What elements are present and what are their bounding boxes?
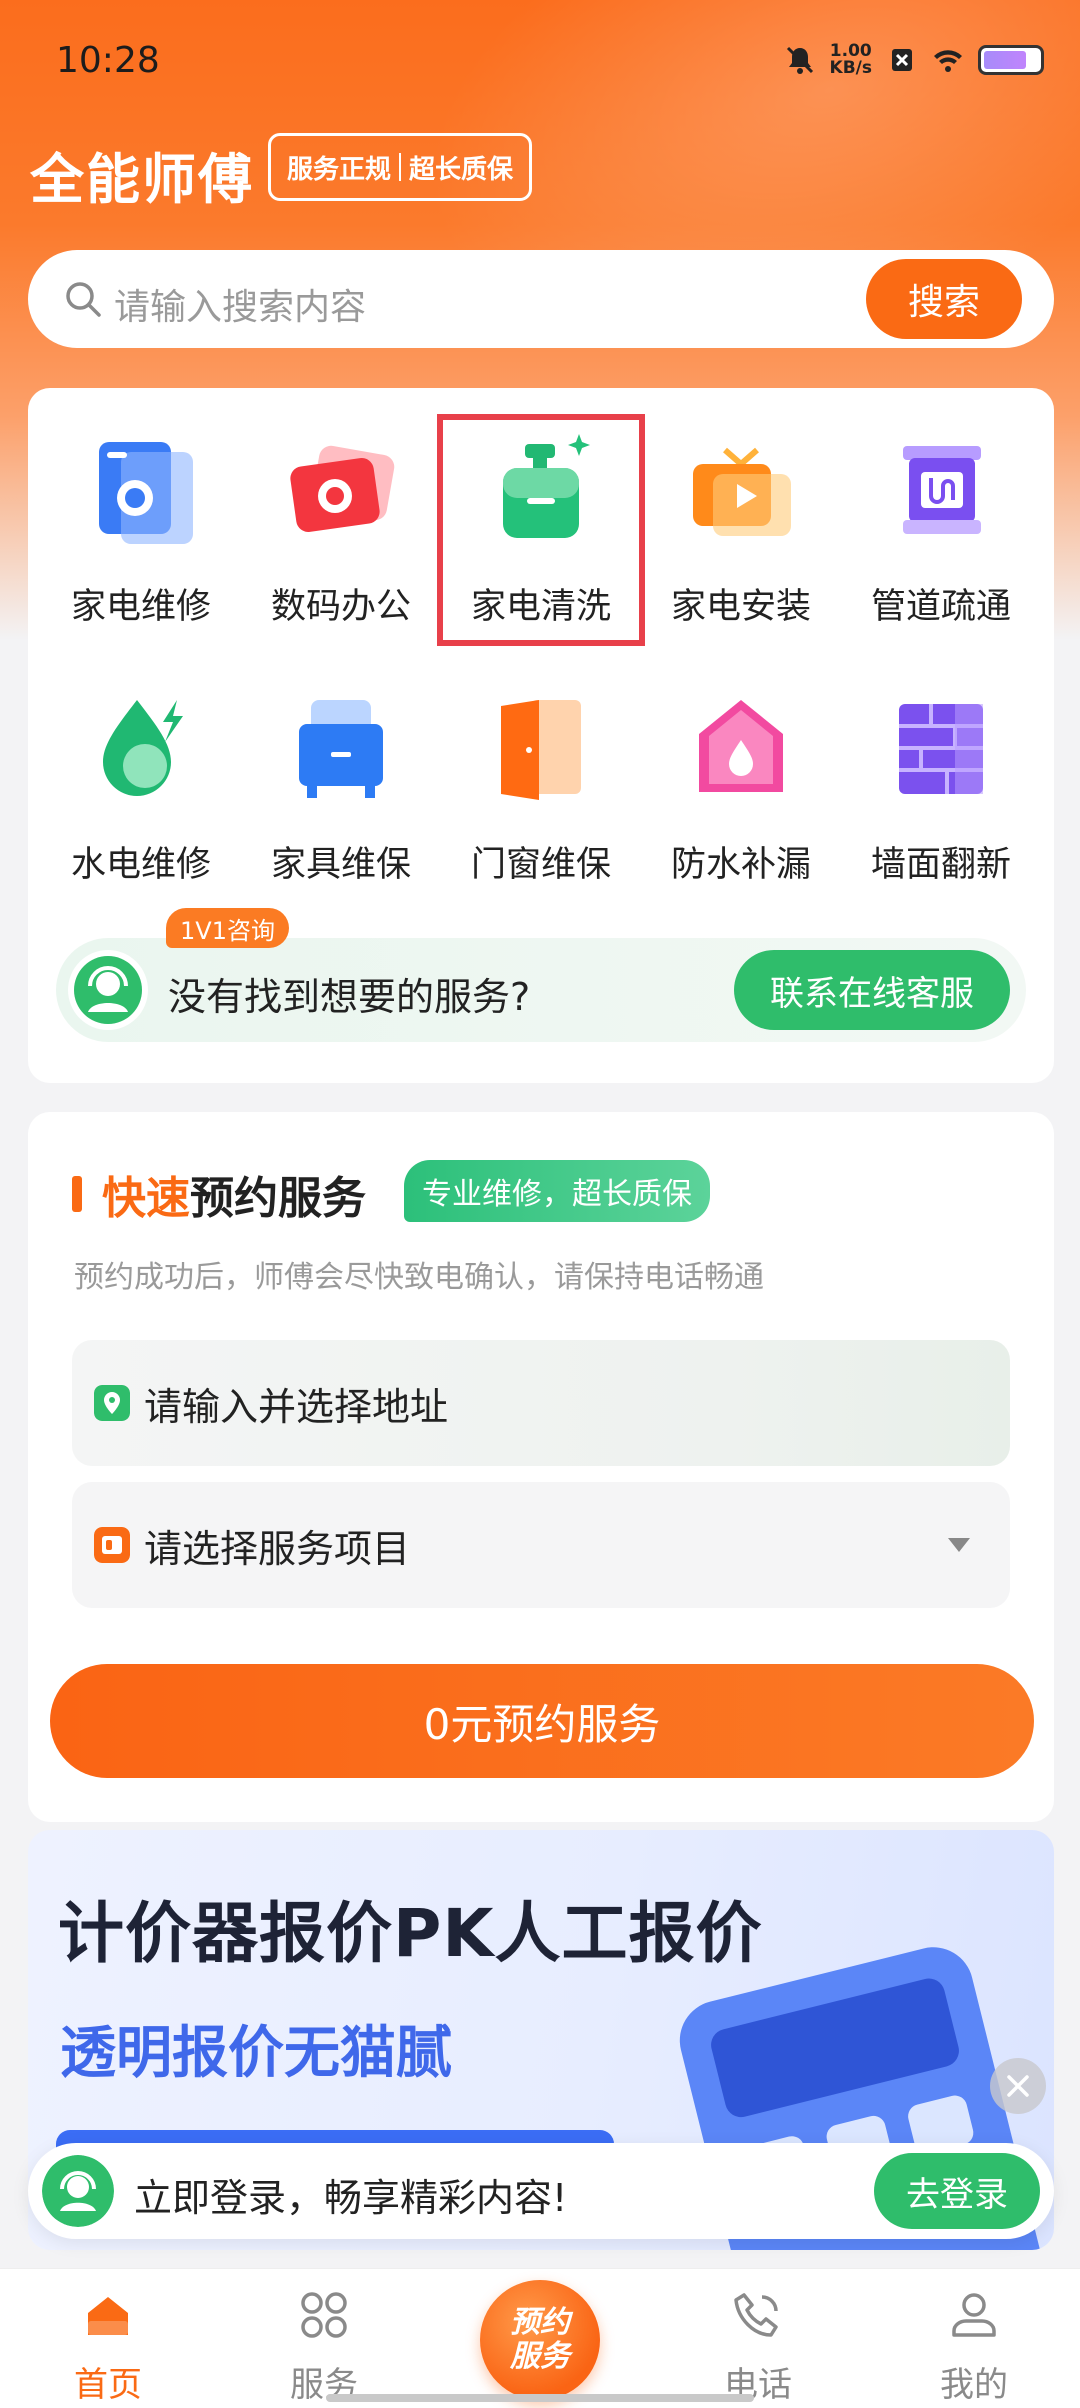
search-button[interactable]: 搜索: [866, 259, 1022, 339]
customer-service-icon: [68, 950, 148, 1030]
service-placeholder: 请选择服务项目: [144, 1526, 411, 1571]
status-time: 10:28: [56, 40, 160, 81]
door-icon: [501, 700, 581, 800]
badge-separator: [399, 153, 402, 181]
nav-book-service-button[interactable]: 预约 服务: [480, 2280, 600, 2400]
grid-icon: [301, 2292, 347, 2338]
title-badge: 服务正规 超长质保: [268, 133, 533, 201]
service-label: 墙面翻新: [870, 845, 1011, 885]
service-select[interactable]: 请选择服务项目: [72, 1482, 1010, 1608]
service-label: 防水补漏: [670, 845, 811, 885]
service-list-icon: [94, 1527, 130, 1563]
net-speed-unit: KB/s: [829, 58, 872, 78]
booking-card: 快速 预约服务 专业维修，超长质保 预约成功后，师傅会尽快致电确认，请保持电话畅…: [28, 1112, 1054, 1822]
service-item-plumbing-electrical[interactable]: 水电维修: [41, 676, 241, 900]
water-drop-lightning-icon: [103, 700, 183, 796]
wifi-icon: [934, 50, 962, 72]
service-label: 门窗维保: [470, 845, 611, 885]
booking-subtitle: 预约成功后，师傅会尽快致电确认，请保持电话畅通: [74, 1260, 764, 1295]
tv-play-icon: [693, 447, 791, 536]
search-icon: [66, 282, 101, 317]
nav-label: 首页: [74, 2365, 142, 2405]
nav-phone[interactable]: 电话: [678, 2287, 838, 2406]
sim-x-icon: [892, 49, 912, 71]
service-item-door-window-repair[interactable]: 门窗维保: [441, 676, 641, 900]
booking-title: 快速 预约服务: [72, 1162, 366, 1226]
service-item-digital-office[interactable]: 数码办公: [241, 418, 441, 642]
service-item-waterproofing[interactable]: 防水补漏: [641, 676, 841, 900]
status-bar: 10:28 1.00 KB/s: [0, 0, 1080, 120]
service-item-furniture-repair[interactable]: 家具维保: [241, 676, 441, 900]
search-input[interactable]: 请输入搜索内容: [114, 278, 366, 330]
nav-label: 我的: [940, 2365, 1008, 2405]
user-icon: [952, 2293, 996, 2337]
status-icons: 1.00 KB/s: [784, 40, 1044, 80]
nav-services[interactable]: 服务: [244, 2287, 404, 2406]
service-item-wall-renovation[interactable]: 墙面翻新: [841, 676, 1041, 900]
service-item-appliance-install[interactable]: 家电安装: [641, 418, 841, 642]
cabinet-icon: [299, 700, 383, 798]
consult-badge: 1V1咨询: [166, 908, 289, 948]
phone-icon: [734, 2293, 778, 2337]
service-label: 数码办公: [270, 587, 411, 627]
close-banner-button[interactable]: [990, 2058, 1046, 2114]
consult-bar: 1V1咨询 没有找到想要的服务? 联系在线客服: [56, 908, 1026, 1042]
banner-subtitle: 透明报价无猫腻: [60, 2021, 452, 2086]
nav-profile[interactable]: 我的: [894, 2287, 1054, 2406]
address-placeholder: 请输入并选择地址: [144, 1384, 449, 1429]
nav-home[interactable]: 首页: [28, 2287, 188, 2406]
search-bar[interactable]: 请输入搜索内容 搜索: [28, 250, 1054, 348]
app-title: 全能师傅: [30, 148, 254, 211]
contact-support-button[interactable]: 联系在线客服: [734, 950, 1010, 1030]
booking-title-highlight: 快速: [102, 1173, 190, 1224]
banner-title: 计价器报价PK人工报价: [58, 1895, 763, 1972]
house-drop-icon: [699, 700, 783, 792]
location-pin-icon: [94, 1385, 130, 1421]
login-prompt-text: 立即登录，畅享精彩内容!: [134, 2176, 568, 2220]
home-indicator[interactable]: [326, 2394, 754, 2402]
service-label: 管道疏通: [870, 587, 1011, 627]
pipe-icon: [903, 446, 981, 534]
service-item-appliance-cleaning[interactable]: 家电清洗: [437, 414, 645, 646]
brick-wall-icon: [899, 704, 983, 794]
services-card: 家电维修 数码办公 家电清洗 家电安装 管道疏通 水电维修 家具维保 门窗维保 …: [28, 388, 1054, 1083]
service-grid: 家电维修 数码办公 家电清洗 家电安装 管道疏通 水电维修 家具维保 门窗维保 …: [28, 414, 1054, 900]
address-field[interactable]: 请输入并选择地址: [72, 1340, 1010, 1466]
battery-icon: [978, 45, 1044, 75]
cleaning-bottle-icon: [503, 434, 590, 538]
service-item-pipe-dredging[interactable]: 管道疏通: [841, 418, 1041, 642]
service-label: 家具维保: [270, 845, 411, 885]
service-label: 家电维修: [70, 587, 211, 627]
dropdown-caret-icon: [948, 1538, 970, 1552]
consult-text: 没有找到想要的服务?: [168, 975, 531, 1019]
service-label: 家电安装: [670, 587, 811, 627]
nav-center-line2: 服务: [510, 2339, 570, 2374]
service-item-appliance-repair[interactable]: 家电维修: [41, 418, 241, 642]
booking-tag: 专业维修，超长质保: [404, 1160, 710, 1222]
camera-icon: [290, 445, 395, 532]
login-button[interactable]: 去登录: [874, 2153, 1040, 2229]
login-prompt-bar: 立即登录，畅享精彩内容! 去登录: [28, 2143, 1054, 2239]
service-label: 水电维修: [70, 845, 211, 885]
washing-machine-icon: [99, 442, 193, 544]
customer-service-icon: [42, 2155, 114, 2227]
close-icon: [1007, 2075, 1029, 2097]
badge-right-text: 超长质保: [409, 154, 514, 185]
service-label: 家电清洗: [470, 587, 611, 627]
home-icon: [88, 2297, 128, 2335]
net-speed: 1.00 KB/s: [830, 43, 872, 77]
booking-title-rest: 预约服务: [190, 1173, 366, 1224]
mute-bell-icon: [786, 46, 813, 74]
book-service-button[interactable]: 0元预约服务: [50, 1664, 1034, 1778]
title-accent-bar: [72, 1176, 82, 1212]
nav-center-line1: 预约: [510, 2305, 570, 2340]
badge-left-text: 服务正规: [287, 154, 392, 185]
